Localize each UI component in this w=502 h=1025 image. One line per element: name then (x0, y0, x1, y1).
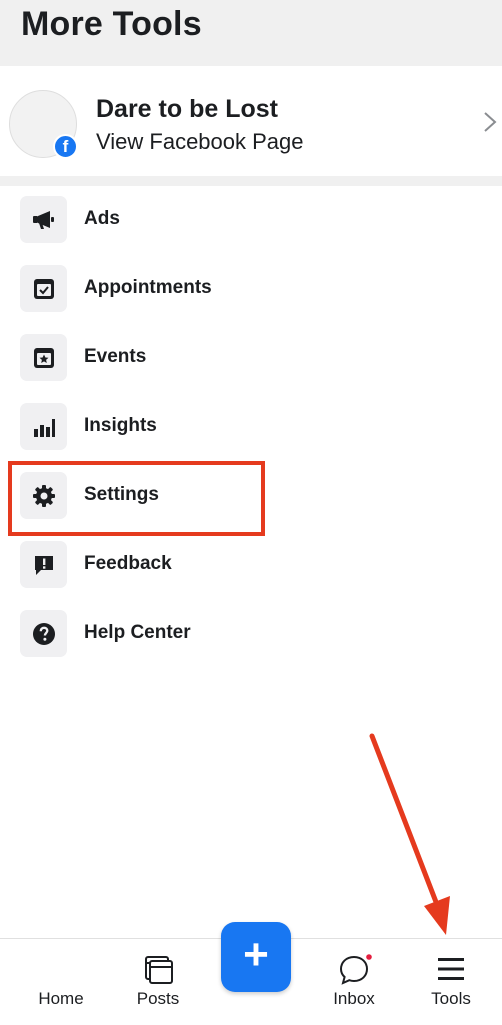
nav-label: Tools (431, 989, 471, 1008)
nav-tools[interactable]: Tools (411, 939, 491, 1025)
question-circle-icon (20, 610, 67, 657)
chat-bubble-icon (339, 954, 372, 985)
posts-icon (145, 956, 173, 984)
arrow-annotation-icon (369, 733, 450, 935)
view-page-link[interactable]: View Facebook Page (96, 129, 304, 155)
nav-label: Home (38, 989, 84, 1008)
menu-item-label: Help Center (84, 622, 191, 643)
bar-chart-icon (20, 403, 67, 450)
calendar-check-icon (20, 265, 67, 312)
page-name: Dare to be Lost (96, 95, 278, 123)
page-title: More Tools (21, 5, 202, 43)
create-button[interactable]: + (221, 922, 291, 992)
settings-highlight-annotation (8, 461, 265, 536)
menu-item-help-center[interactable]: Help Center (0, 600, 502, 660)
menu-item-label: Events (84, 346, 147, 367)
nav-label: Inbox (333, 989, 375, 1008)
chevron-right-icon (484, 112, 497, 132)
menu-item-label: Ads (84, 208, 120, 229)
page-profile-card[interactable]: Dare to be Lost View Facebook Page (0, 66, 502, 176)
menu-item-ads[interactable]: Ads (0, 186, 502, 246)
menu-item-feedback[interactable]: Feedback (0, 531, 502, 591)
hamburger-icon (438, 958, 464, 980)
nav-inbox[interactable]: Inbox (314, 939, 394, 1025)
menu-item-insights[interactable]: Insights (0, 393, 502, 453)
menu-item-label: Feedback (84, 553, 172, 574)
nav-label: Posts (136, 989, 180, 1008)
menu-item-appointments[interactable]: Appointments (0, 255, 502, 315)
menu-item-label: Appointments (84, 277, 212, 298)
exclamation-bubble-icon (20, 541, 67, 588)
plus-icon: + (243, 930, 269, 979)
section-divider (0, 176, 502, 186)
header: More Tools (0, 0, 502, 66)
megaphone-icon (20, 196, 67, 243)
nav-posts[interactable]: Posts (118, 939, 198, 1025)
calendar-star-icon (20, 334, 67, 381)
menu-item-events[interactable]: Events (0, 324, 502, 384)
nav-home[interactable]: Home (21, 939, 101, 1025)
facebook-badge-icon: f (53, 134, 78, 159)
menu-item-label: Insights (84, 415, 157, 436)
